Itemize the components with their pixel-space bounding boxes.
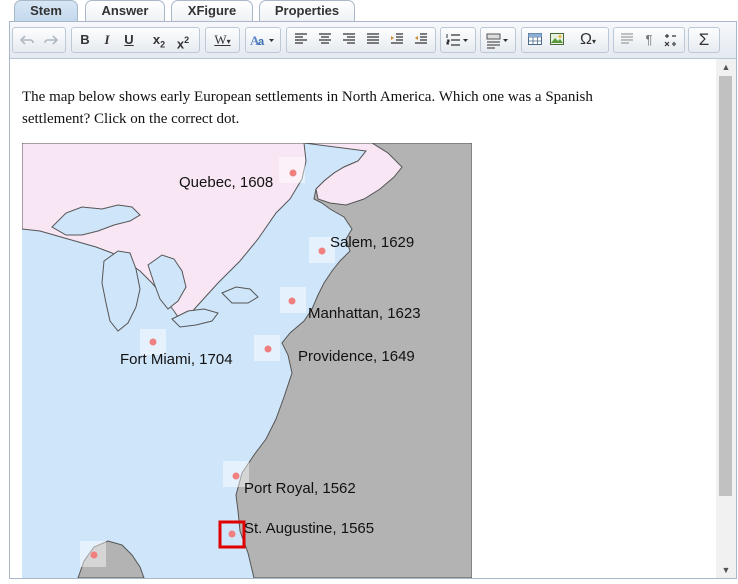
subscript-mark: 2 [160, 39, 166, 50]
justify-button[interactable] [361, 28, 385, 52]
block-format-icon [486, 33, 508, 49]
label-manhattan: Manhattan, 1623 [308, 305, 421, 322]
math-operators-button[interactable] [660, 28, 682, 52]
redo-button[interactable] [39, 28, 63, 52]
justify-icon [367, 33, 379, 44]
chevron-down-icon: ▾ [591, 37, 596, 46]
label-providence: Providence, 1649 [298, 348, 415, 365]
settlement-dot-manhattan[interactable] [288, 297, 296, 305]
scroll-up-icon[interactable]: ▲ [716, 59, 736, 75]
indent-button[interactable] [385, 28, 409, 52]
label-salem: Salem, 1629 [330, 234, 414, 251]
tab-answer[interactable]: Answer [85, 0, 165, 21]
settlement-dot-st-augustine[interactable] [228, 530, 236, 538]
align-right-button[interactable] [337, 28, 361, 52]
numbered-list-icon [446, 34, 468, 46]
map-canvas: Quebec, 1608 Salem, 1629 Manhattan, 1623… [22, 143, 472, 578]
align-left-icon [295, 33, 307, 44]
label-fort-miami: Fort Miami, 1704 [120, 351, 233, 368]
settlement-dot-fort-miami[interactable] [149, 338, 157, 346]
font-style-dropdown[interactable]: Aa [247, 28, 279, 52]
settlement-dot-salem[interactable] [318, 247, 326, 255]
editor-frame: B I U x2 x2 W▾ Aa Ω▾ ¶ Σ The map below s… [9, 21, 737, 579]
tab-properties[interactable]: Properties [259, 0, 355, 21]
superscript-mark: 2 [184, 35, 190, 45]
settlement-dot-port-royal[interactable] [232, 472, 240, 480]
block-format-dropdown[interactable] [482, 28, 514, 52]
special-character-dropdown[interactable]: Ω▾ [570, 28, 606, 52]
insert-table-button[interactable] [524, 28, 546, 52]
table-icon [528, 33, 542, 45]
image-icon [550, 33, 564, 45]
align-center-icon [319, 33, 331, 44]
align-center-button[interactable] [313, 28, 337, 52]
editor-tabs: Stem Answer XFigure Properties [0, 0, 738, 22]
undo-button[interactable] [15, 28, 39, 52]
word-style-group: W▾ [205, 27, 240, 53]
label-port-royal: Port Royal, 1562 [244, 480, 356, 497]
insert-group: Ω▾ [521, 27, 609, 53]
indent-icon [391, 33, 403, 44]
align-right-icon [343, 33, 355, 44]
insert-image-button[interactable] [546, 28, 568, 52]
svg-text:a: a [258, 36, 265, 47]
undo-icon [20, 35, 34, 45]
paragraph-button[interactable] [616, 28, 638, 52]
chevron-down-icon: ▾ [226, 37, 231, 46]
vertical-scrollbar[interactable]: ▲ ▼ [716, 59, 736, 578]
scroll-down-icon[interactable]: ▼ [716, 562, 736, 578]
show-formatting-button[interactable]: ¶ [638, 28, 660, 52]
sigma-icon: Σ [698, 30, 710, 49]
pilcrow-icon: ¶ [645, 32, 653, 47]
list-group [440, 27, 476, 53]
equation-group: Σ [688, 27, 720, 53]
superscript-button[interactable]: x2 [171, 28, 195, 52]
stem-editor[interactable]: The map below shows early European settl… [10, 59, 716, 578]
bold-button[interactable]: B [74, 28, 96, 52]
tab-xfigure[interactable]: XFigure [171, 0, 253, 21]
word-style-dropdown[interactable]: W▾ [207, 28, 238, 52]
font-style-group: Aa [245, 27, 281, 53]
redo-icon [44, 35, 58, 45]
tab-stem[interactable]: Stem [14, 0, 78, 22]
omega-icon: Ω [580, 31, 592, 48]
history-group [12, 27, 66, 53]
settlement-dot-unlabeled[interactable] [90, 551, 98, 559]
paragraph-lines-icon [621, 33, 633, 44]
outdent-icon [415, 33, 427, 44]
align-left-button[interactable] [289, 28, 313, 52]
label-st-augustine: St. Augustine, 1565 [244, 520, 374, 537]
stem-question-text: The map below shows early European settl… [22, 89, 593, 127]
label-quebec: Quebec, 1608 [179, 174, 273, 191]
italic-button[interactable]: I [96, 28, 118, 52]
underline-button[interactable]: U [118, 28, 140, 52]
subscript-button[interactable]: x2 [148, 28, 170, 52]
insert-equation-button[interactable]: Σ [690, 28, 718, 52]
word-style-label: W [214, 32, 227, 47]
block-format-group [480, 27, 516, 53]
format-group: B I U x2 x2 [71, 27, 200, 53]
settlement-dot-quebec[interactable] [289, 169, 297, 177]
settlement-map: Quebec, 1608 Salem, 1629 Manhattan, 1623… [22, 143, 472, 578]
font-style-icon: Aa [250, 33, 274, 47]
misc-group: ¶ [613, 27, 685, 53]
toolbar: B I U x2 x2 W▾ Aa Ω▾ ¶ Σ [10, 22, 736, 59]
outdent-button[interactable] [409, 28, 433, 52]
numbered-list-dropdown[interactable] [442, 28, 474, 52]
scrollbar-thumb[interactable] [719, 76, 732, 496]
alignment-group [286, 27, 436, 53]
math-operators-icon [664, 34, 676, 47]
settlement-dot-providence[interactable] [264, 345, 272, 353]
